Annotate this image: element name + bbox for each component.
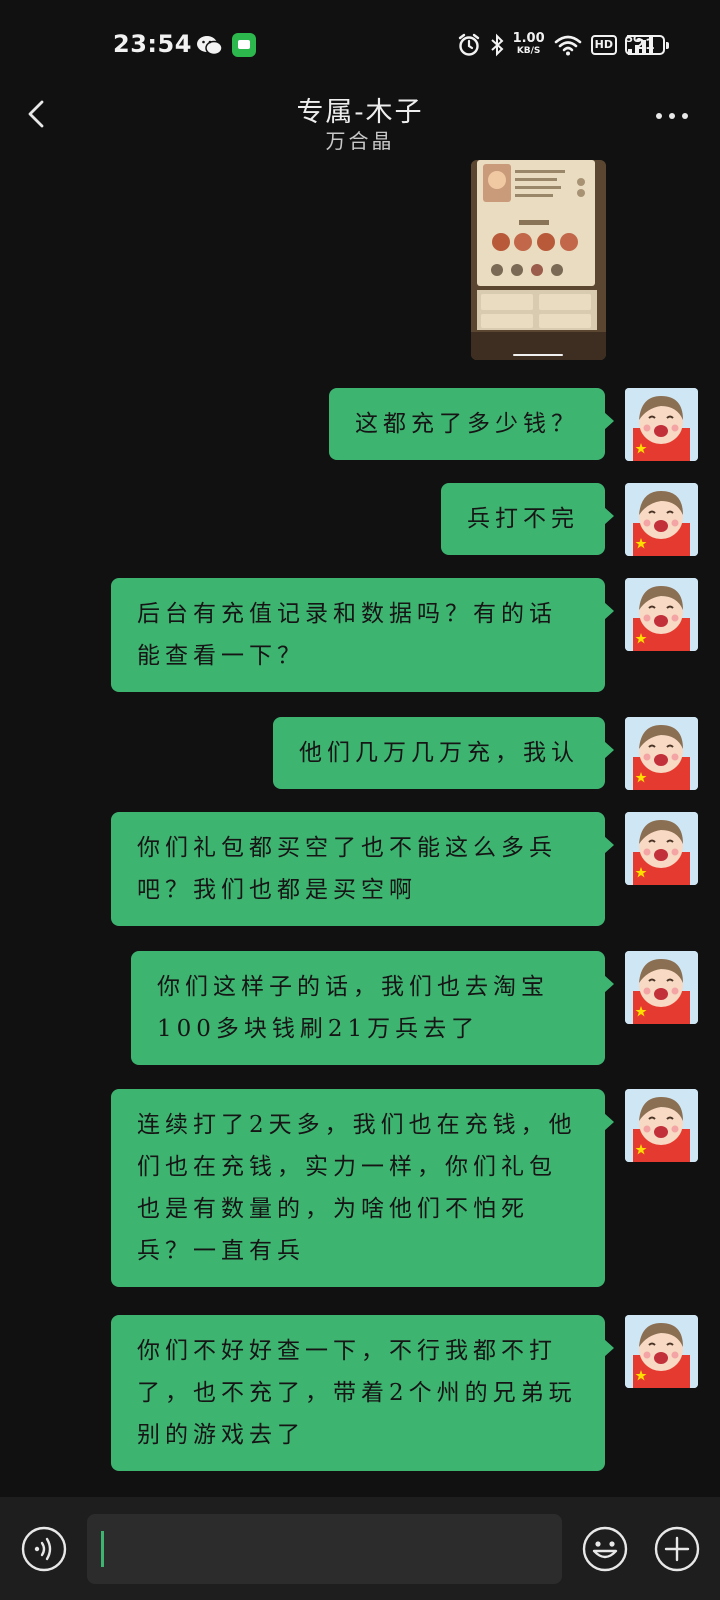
status-time: 23:54 bbox=[113, 30, 192, 58]
battery-level: 21 bbox=[635, 37, 655, 53]
message-bubble[interactable]: 这都充了多少钱？ bbox=[329, 388, 614, 460]
message-bubble[interactable]: 你们礼包都买空了也不能这么多兵吧？我们也都是买空啊 bbox=[111, 812, 614, 926]
net-speed-value: 1.00 bbox=[512, 31, 545, 46]
cartoon-avatar-icon bbox=[625, 717, 698, 790]
message-input[interactable] bbox=[87, 1514, 562, 1584]
cartoon-avatar-icon bbox=[625, 578, 698, 651]
message-list[interactable]: 这都充了多少钱？ 兵打不完 后台有充值记录和数据吗？有的话能查看一下？ 他们几万… bbox=[0, 157, 720, 1497]
image-message[interactable] bbox=[471, 160, 606, 360]
message-bubble[interactable]: 你们这样子的话，我们也去淘宝100多块钱刷21万兵去了 bbox=[131, 951, 614, 1065]
game-screenshot-thumbnail bbox=[471, 160, 606, 360]
message-bubble[interactable]: 连续打了2天多，我们也在充钱，他们也在充钱，实力一样，你们礼包也是有数量的，为啥… bbox=[111, 1089, 614, 1287]
wifi-icon bbox=[554, 35, 581, 56]
chat-header: 专属-木子 万合晶 bbox=[0, 90, 720, 155]
voice-icon[interactable] bbox=[20, 1525, 68, 1573]
status-bar: 23:54 1.00 KB/S HD 5G 21 bbox=[0, 0, 720, 90]
cartoon-avatar-icon bbox=[625, 1089, 698, 1162]
battery-icon: 21 bbox=[625, 35, 669, 55]
avatar[interactable] bbox=[625, 483, 698, 556]
more-dots-icon[interactable] bbox=[652, 104, 692, 128]
avatar[interactable] bbox=[625, 812, 698, 885]
emoji-icon[interactable] bbox=[581, 1525, 629, 1573]
hd-badge: HD bbox=[590, 35, 617, 55]
message-bubble[interactable]: 你们不好好查一下，不行我都不打了，也不充了，带着2个州的兄弟玩别的游戏去了 bbox=[111, 1315, 614, 1471]
avatar[interactable] bbox=[625, 578, 698, 651]
cartoon-avatar-icon bbox=[625, 388, 698, 461]
chat-subtitle: 万合晶 bbox=[325, 129, 395, 153]
chat-title: 专属-木子 bbox=[296, 97, 424, 128]
avatar[interactable] bbox=[625, 1089, 698, 1162]
avatar[interactable] bbox=[625, 388, 698, 461]
cartoon-avatar-icon bbox=[625, 483, 698, 556]
cartoon-avatar-icon bbox=[625, 1315, 698, 1388]
plus-icon[interactable] bbox=[653, 1525, 701, 1573]
message-bubble[interactable]: 后台有充值记录和数据吗？有的话能查看一下？ bbox=[111, 578, 614, 692]
net-speed-unit: KB/S bbox=[516, 46, 541, 56]
cartoon-avatar-icon bbox=[625, 812, 698, 885]
cartoon-avatar-icon bbox=[625, 951, 698, 1024]
text-caret bbox=[101, 1531, 104, 1567]
messages-app-icon bbox=[232, 33, 256, 57]
avatar[interactable] bbox=[625, 1315, 698, 1388]
avatar[interactable] bbox=[625, 717, 698, 790]
bluetooth-icon bbox=[490, 33, 504, 57]
avatar[interactable] bbox=[625, 951, 698, 1024]
message-bubble[interactable]: 他们几万几万充，我认 bbox=[273, 717, 614, 789]
network-speed: 1.00 KB/S bbox=[512, 31, 545, 57]
message-bubble[interactable]: 兵打不完 bbox=[441, 483, 614, 555]
wechat-icon bbox=[197, 36, 223, 56]
composer-bar bbox=[0, 1497, 720, 1600]
alarm-icon bbox=[458, 33, 479, 56]
